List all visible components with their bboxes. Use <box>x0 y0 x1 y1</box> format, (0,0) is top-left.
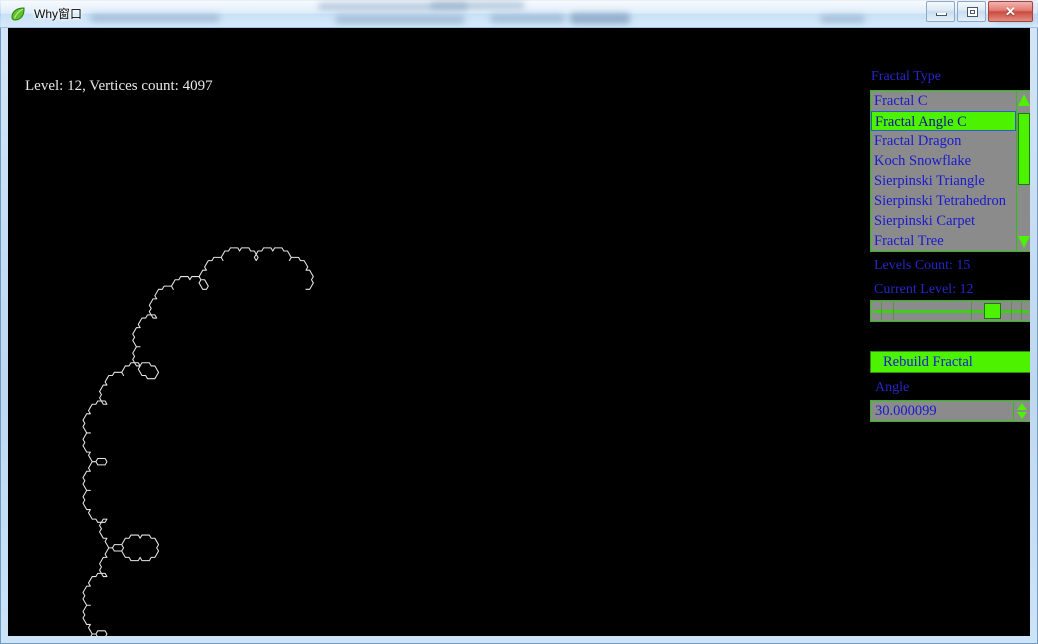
angle-input[interactable]: 30.000099 <box>875 402 937 421</box>
fractal-type-listbox[interactable]: Fractal C Fractal Angle C Fractal Dragon Ko… <box>870 90 1030 252</box>
window-title: Why窗口 <box>34 7 83 21</box>
fractal-type-list: Fractal C Fractal Angle C Fractal Dragon Ko… <box>871 91 1016 251</box>
current-level-label: Current Level: 12 <box>874 282 974 297</box>
rebuild-fractal-button[interactable]: Rebuild Fractal <box>870 351 1030 373</box>
close-icon: ✕ <box>1005 4 1016 19</box>
list-item[interactable]: Sierpinski Tetrahedron <box>871 191 1016 211</box>
slider-track <box>873 310 1029 313</box>
list-item[interactable]: Fractal Tree <box>871 231 1016 251</box>
close-button[interactable]: ✕ <box>988 1 1033 22</box>
list-item[interactable]: Sierpinski Triangle <box>871 171 1016 191</box>
minimize-button[interactable] <box>926 1 955 22</box>
maximize-button[interactable] <box>957 1 986 22</box>
levels-count-label: Levels Count: 15 <box>874 258 971 273</box>
slider-thumb[interactable] <box>984 303 1001 319</box>
list-item[interactable]: Sierpinski Carpet <box>871 211 1016 231</box>
scrollbar-thumb[interactable] <box>1018 113 1030 185</box>
scroll-up-arrow-icon[interactable] <box>1018 94 1030 106</box>
fractal-type-label: Fractal Type <box>871 69 941 84</box>
angle-spinner[interactable]: 30.000099 <box>870 400 1030 422</box>
leaf-icon[interactable] <box>10 6 26 22</box>
window-controls: ✕ <box>925 1 1034 22</box>
list-item[interactable]: Koch Snowflake <box>871 151 1016 171</box>
angle-label: Angle <box>875 380 910 395</box>
stepper-down-icon[interactable] <box>1017 412 1027 419</box>
list-item[interactable]: Fractal C <box>871 91 1016 111</box>
restore-icon <box>967 7 978 17</box>
stepper-up-icon[interactable] <box>1017 403 1027 410</box>
application-window: Why窗口 ✕ Level: 12, Vertices count: 4097 <box>0 0 1038 644</box>
fractal-path <box>82 247 314 636</box>
level-slider[interactable] <box>870 300 1030 322</box>
scroll-down-arrow-icon[interactable] <box>1018 236 1030 248</box>
listbox-scrollbar[interactable] <box>1016 91 1030 251</box>
list-item[interactable]: Fractal Angle C <box>871 111 1016 131</box>
angle-stepper[interactable] <box>1013 402 1030 420</box>
list-item[interactable]: Fractal Dragon <box>871 131 1016 151</box>
minimize-icon <box>936 13 947 16</box>
control-panel: Fractal Type Fractal C Fractal Angle C Fra… <box>854 28 1030 636</box>
client-area: Level: 12, Vertices count: 4097 Fractal … <box>8 28 1030 636</box>
title-bar[interactable]: Why窗口 ✕ <box>0 0 1038 28</box>
